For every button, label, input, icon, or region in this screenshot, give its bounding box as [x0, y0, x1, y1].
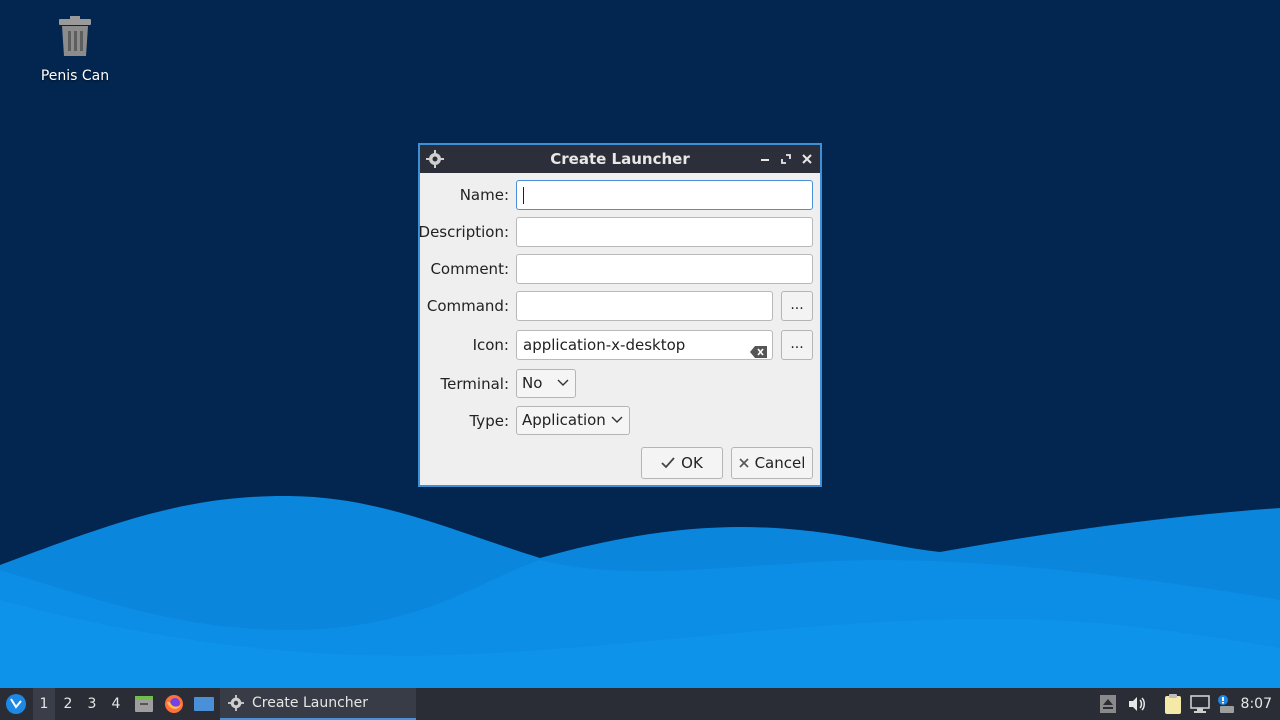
close-icon: [739, 458, 749, 468]
terminal-select[interactable]: No: [516, 369, 576, 398]
clock[interactable]: 8:07: [1241, 688, 1272, 720]
show-desktop-icon: [194, 697, 214, 711]
ok-label: OK: [681, 454, 703, 472]
icon-label: Icon:: [472, 336, 509, 354]
file-manager-launcher[interactable]: [132, 688, 156, 720]
trash-desktop-icon[interactable]: Penis Can: [36, 16, 114, 84]
icon-browse-button[interactable]: ...: [781, 330, 813, 360]
name-label: Name:: [459, 186, 509, 204]
eject-icon: [1100, 695, 1116, 713]
maximize-button[interactable]: [778, 150, 793, 167]
trash-label: Penis Can: [40, 68, 110, 84]
name-row: Name:: [420, 180, 820, 210]
create-launcher-dialog: Create Launcher Name: Description: Comme…: [418, 143, 822, 487]
cancel-label: Cancel: [754, 454, 806, 472]
clear-text-icon[interactable]: [750, 339, 767, 367]
trash-icon: [59, 16, 91, 56]
task-label: Create Launcher: [252, 695, 369, 711]
command-field[interactable]: [516, 291, 773, 321]
chevron-down-icon: [557, 379, 569, 386]
workspace-1[interactable]: 1: [33, 688, 55, 720]
tray-network-button[interactable]: [1189, 688, 1211, 720]
close-button[interactable]: [799, 150, 814, 167]
description-row: Description:: [418, 217, 820, 247]
type-value: Application: [522, 411, 606, 429]
text-caret: [523, 187, 524, 204]
icon-value: application-x-desktop: [523, 336, 686, 354]
ok-button[interactable]: OK: [641, 447, 723, 479]
icon-field[interactable]: application-x-desktop: [516, 330, 773, 360]
terminal-label: Terminal:: [440, 375, 509, 393]
description-label: Description:: [418, 223, 509, 241]
taskbar-task-create-launcher[interactable]: Create Launcher: [220, 688, 416, 720]
app-menu-button[interactable]: [2, 688, 30, 720]
command-browse-button[interactable]: ...: [781, 291, 813, 321]
firefox-icon: [165, 695, 183, 713]
file-manager-icon: [135, 696, 153, 712]
command-label: Command:: [426, 297, 509, 315]
tray-clipboard-button[interactable]: [1162, 688, 1184, 720]
command-row: Command: ...: [420, 291, 820, 321]
volume-icon: [1129, 697, 1145, 711]
clipboard-icon: [1165, 694, 1181, 714]
check-icon: [661, 457, 675, 469]
comment-field[interactable]: [516, 254, 813, 284]
type-row: Type: Application: [420, 406, 820, 436]
firefox-launcher[interactable]: [162, 688, 186, 720]
desktop: Penis Can Create Launcher Name: Descript…: [0, 0, 1280, 688]
name-field[interactable]: [516, 180, 813, 210]
settings-icon: [426, 150, 444, 172]
chevron-down-icon: [611, 416, 623, 423]
maximize-icon: [780, 153, 791, 164]
description-field[interactable]: [516, 217, 813, 247]
icon-row: Icon: application-x-desktop ...: [420, 330, 820, 360]
minimize-icon: [760, 158, 769, 161]
desktop-launcher[interactable]: [192, 688, 216, 720]
workspace-2[interactable]: 2: [57, 688, 79, 720]
tray-volume-button[interactable]: [1126, 688, 1148, 720]
terminal-value: No: [522, 374, 543, 392]
comment-row: Comment:: [420, 254, 820, 284]
dialog-title: Create Launcher: [550, 150, 690, 168]
dialog-titlebar[interactable]: Create Launcher: [420, 145, 820, 173]
settings-icon: [228, 695, 244, 711]
tray-notification-button[interactable]: [1215, 688, 1237, 720]
workspace-4[interactable]: 4: [105, 688, 127, 720]
update-notification-icon: [1218, 695, 1234, 713]
tray-eject-button[interactable]: [1098, 688, 1118, 720]
terminal-row: Terminal: No: [420, 369, 820, 399]
cancel-button[interactable]: Cancel: [731, 447, 813, 479]
lubuntu-logo-icon: [6, 694, 26, 714]
minimize-button[interactable]: [757, 150, 772, 167]
close-icon: [801, 153, 812, 164]
workspace-3[interactable]: 3: [81, 688, 103, 720]
type-label: Type:: [469, 412, 509, 430]
taskbar: 1 2 3 4 Create Launcher 8:07: [0, 688, 1280, 720]
network-icon: [1190, 695, 1210, 713]
type-select[interactable]: Application: [516, 406, 630, 435]
comment-label: Comment:: [430, 260, 509, 278]
